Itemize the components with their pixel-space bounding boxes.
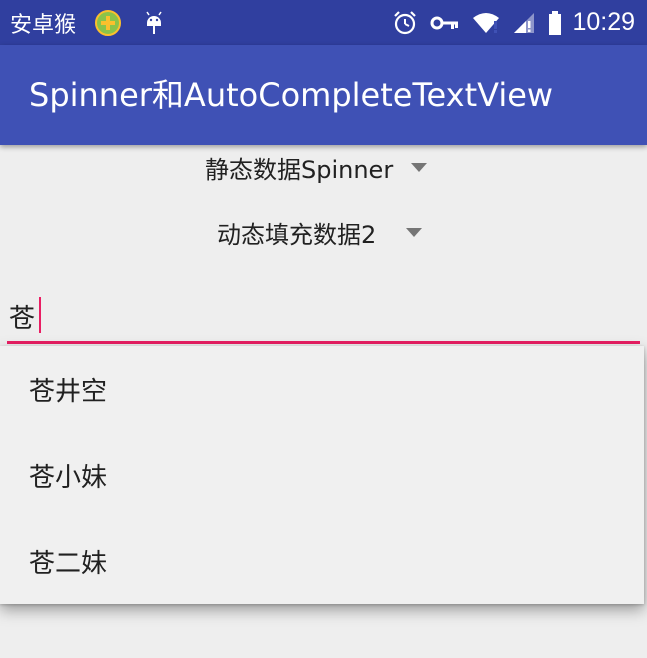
suggestion-label: 苍井空 bbox=[29, 376, 108, 407]
status-carrier-label: 安卓猴 bbox=[10, 12, 77, 38]
autocomplete-input[interactable]: 苍 bbox=[7, 292, 640, 344]
status-time: 10:29 bbox=[572, 8, 635, 36]
suggestion-item[interactable]: 苍井空 bbox=[0, 346, 644, 432]
app-bar: Spinner和AutoCompleteTextView bbox=[0, 45, 647, 145]
input-underline bbox=[7, 341, 640, 344]
status-bar-right: 10:29 bbox=[392, 0, 635, 45]
vpn-key-icon bbox=[430, 13, 460, 33]
spinner-selected-label: 静态数据Spinner bbox=[205, 155, 394, 184]
suggestion-item[interactable]: 苍二妹 bbox=[0, 518, 644, 604]
android-icon bbox=[140, 9, 168, 37]
battery-icon bbox=[548, 10, 562, 36]
spinner-selected-label: 动态填充数据2 bbox=[217, 220, 377, 249]
dropdown-arrow-icon bbox=[406, 227, 423, 237]
static-data-spinner[interactable]: 静态数据Spinner bbox=[205, 143, 428, 191]
suggestion-label: 苍二妹 bbox=[29, 548, 108, 579]
suggestion-item[interactable]: 苍小妹 bbox=[0, 432, 644, 518]
status-bar-left: 安卓猴 bbox=[10, 0, 168, 45]
text-cursor bbox=[39, 297, 41, 333]
wifi-icon bbox=[472, 11, 500, 35]
alarm-icon bbox=[392, 10, 418, 36]
autocomplete-suggestion-list: 苍井空 苍小妹 苍二妹 bbox=[0, 346, 644, 604]
autocomplete-input-value: 苍 bbox=[9, 304, 36, 334]
signal-icon bbox=[512, 11, 536, 35]
suggestion-label: 苍小妹 bbox=[29, 462, 108, 493]
status-bar: 安卓猴 10:29 bbox=[0, 0, 647, 45]
dropdown-arrow-icon bbox=[411, 162, 428, 172]
page-title: Spinner和AutoCompleteTextView bbox=[29, 76, 554, 114]
dynamic-data-spinner[interactable]: 动态填充数据2 bbox=[217, 208, 423, 256]
app-store-icon bbox=[94, 9, 122, 37]
